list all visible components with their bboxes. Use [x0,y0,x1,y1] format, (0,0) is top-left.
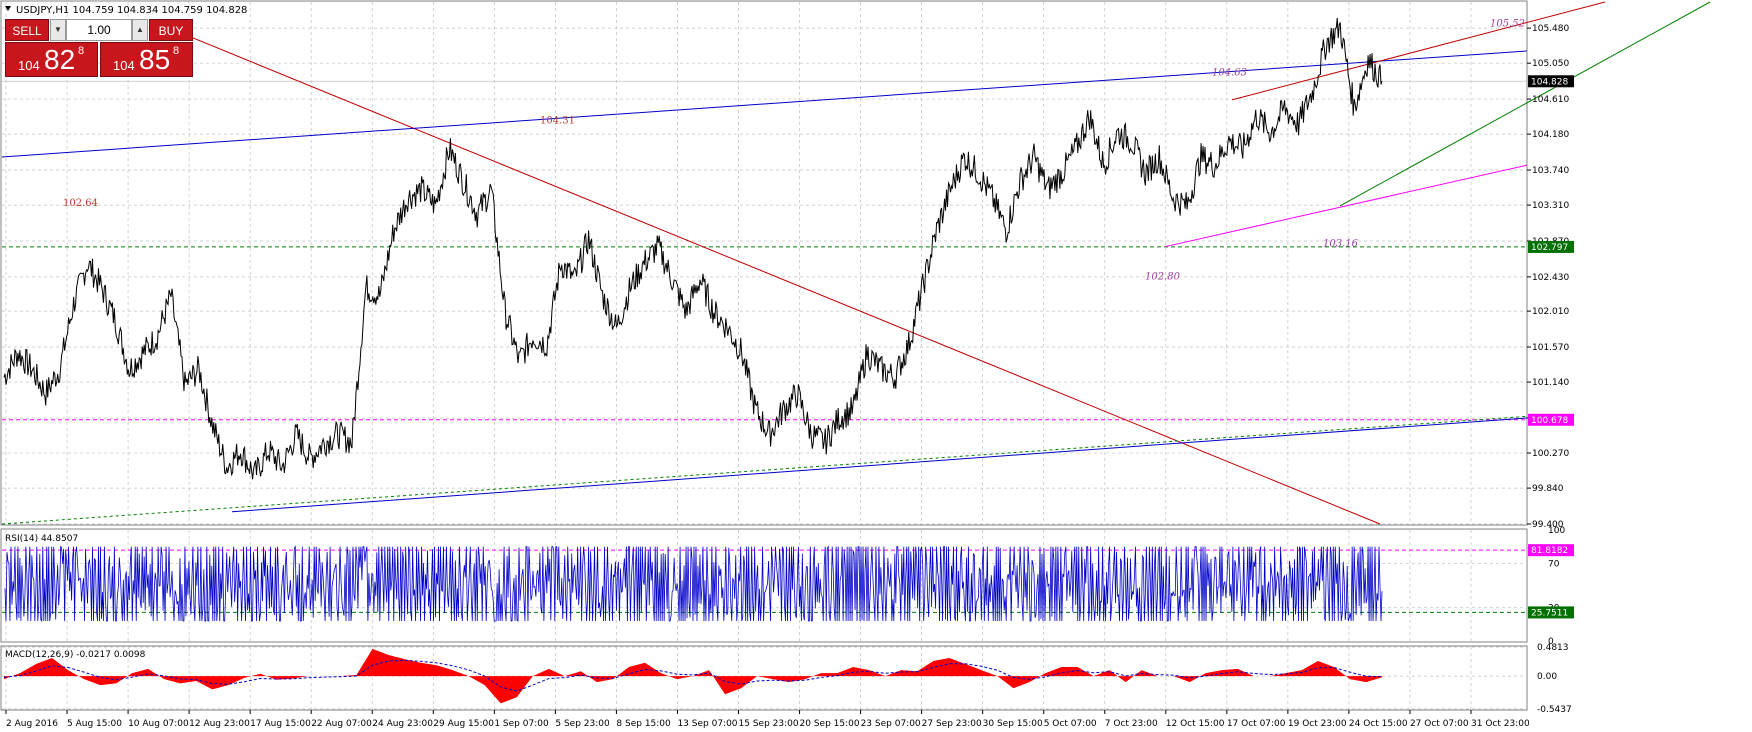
x-tick-label: 10 Aug 07:00 [128,719,189,729]
x-tick-label: 27 Oct 07:00 [1410,719,1469,729]
y-tick-label: 105.480 [1532,24,1569,34]
rsi-y-tick-label: 100 [1548,526,1565,536]
x-tick-label: 24 Oct 15:00 [1349,719,1408,729]
price-annotation: 104.31 [540,116,575,127]
x-tick-label: 27 Sep 23:00 [922,719,982,729]
y-tick-label: 99.840 [1532,484,1564,494]
x-tick-label: 31 Oct 23:00 [1471,719,1530,729]
y-tick-label: 102.430 [1532,273,1569,283]
macd-y-tick-label: 0.00 [1537,672,1557,682]
sell-price-pips: 82 [44,44,76,75]
x-tick-label: 24 Aug 23:00 [372,719,433,729]
x-tick-label: 20 Sep 15:00 [800,719,860,729]
level-price-label: 102.797 [1531,243,1568,253]
x-tick-label: 5 Aug 15:00 [67,719,122,729]
chart-canvas: 2 Aug 2016 5 Aug 15:00 10 Aug 07:00 12 Aug … [0,0,1711,729]
buy-price-button[interactable]: 104 85 8 [100,42,193,77]
price-annotation: 102.64 [63,198,98,209]
price-annotation: 104.63 [1212,67,1247,78]
x-tick-label: 17 Oct 07:00 [1227,719,1286,729]
buy-button[interactable]: BUY [149,19,193,41]
x-tick-label: 29 Aug 15:00 [433,719,494,729]
chevron-down-icon[interactable]: ▼ [50,19,66,41]
y-tick-label: 100.270 [1532,449,1569,459]
y-tick-label: 101.570 [1532,343,1569,353]
x-tick-label: 1 Sep 07:00 [494,719,549,729]
y-tick-label: 101.140 [1532,378,1569,388]
y-tick-label: 104.610 [1532,95,1569,105]
y-tick-label: 102.010 [1532,307,1569,317]
one-click-trading-panel: SELL ▼ ▲ BUY 104 82 8 104 85 8 [5,19,193,77]
x-tick-label: 12 Aug 23:00 [189,719,250,729]
price-annotation: 102.80 [1145,271,1181,282]
level-price-label: 100.678 [1531,416,1568,426]
x-tick-label: 5 Sep 23:00 [555,719,610,729]
buy-price-fraction: 8 [173,45,180,57]
x-tick-label: 17 Aug 15:00 [250,719,311,729]
macd-title: MACD(12,26,9) -0.0217 0.0098 [5,650,146,660]
price-annotation: 103.16 [1323,239,1359,250]
x-tick-label: 19 Oct 23:00 [1288,719,1347,729]
sell-price-fraction: 8 [78,45,85,57]
x-tick-label: 22 Aug 07:00 [311,719,372,729]
x-tick-label: 2 Aug 2016 [6,719,58,729]
x-tick-label: 13 Sep 07:00 [677,719,737,729]
price-panel-frame [0,0,1528,526]
chart-header: USDJPY,H1 104.759 104.834 104.759 104.82… [16,5,247,16]
x-tick-label: 7 Oct 23:00 [1105,719,1158,729]
macd-y-tick-label: -0.5437 [1537,705,1572,715]
rsi-level-label: 25.7511 [1531,608,1568,618]
macd-y-tick-label: 0.4813 [1537,643,1569,653]
current-price-label: 104.828 [1531,77,1568,87]
lot-size-input[interactable] [66,19,132,41]
x-tick-label: 23 Sep 07:00 [861,719,921,729]
x-tick-label: 12 Oct 15:00 [1166,719,1225,729]
y-tick-label: 103.740 [1532,166,1569,176]
rsi-y-tick-label: 70 [1548,559,1560,569]
price-annotation: 105.52 [1490,18,1525,29]
sell-price-big-figure: 104 [18,58,40,73]
rsi-level-label: 81.8182 [1531,546,1568,556]
sell-button[interactable]: SELL [5,19,49,41]
x-tick-label: 8 Sep 15:00 [616,719,671,729]
y-tick-label: 105.050 [1532,59,1569,69]
buy-price-big-figure: 104 [113,58,135,73]
buy-price-pips: 85 [139,44,171,75]
x-tick-label: 15 Sep 23:00 [739,719,799,729]
rsi-title: RSI(14) 44.8507 [5,534,78,544]
y-tick-label: 103.310 [1532,201,1569,211]
y-tick-label: 104.180 [1532,130,1569,140]
x-tick-label: 5 Oct 07:00 [1044,719,1097,729]
chevron-up-icon[interactable]: ▲ [132,19,148,41]
x-tick-label: 30 Sep 15:00 [983,719,1043,729]
sell-price-button[interactable]: 104 82 8 [5,42,98,77]
